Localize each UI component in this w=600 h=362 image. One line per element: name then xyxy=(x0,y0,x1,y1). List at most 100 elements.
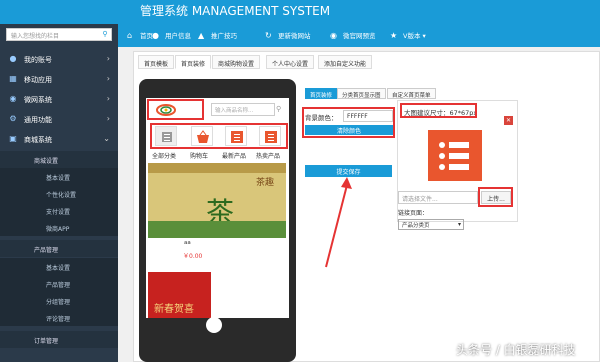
product-image-text: 新春贺喜 xyxy=(154,304,194,315)
search-icon[interactable]: ⚲ xyxy=(276,105,281,113)
nav-label: V版本 xyxy=(403,32,421,40)
app-title: 管理系统 MANAGEMENT SYSTEM xyxy=(140,4,331,18)
nav-user-info[interactable]: ● 用户信息 xyxy=(152,26,191,44)
size-hint-highlight-box xyxy=(400,103,477,118)
sidebar-item-label: 商城系统 xyxy=(24,136,52,144)
sidebar-sub-label: 基本设置 xyxy=(46,265,71,272)
bg-color-highlight-box xyxy=(302,107,395,138)
gear-icon: ⚙ xyxy=(9,114,17,123)
nav-label: 用户信息 xyxy=(165,32,191,40)
sidebar-sub-label: 评论管理 xyxy=(46,316,71,323)
sidebar-item-label: 通用功能 xyxy=(24,116,52,124)
version-icon: ★ xyxy=(390,31,398,40)
nav-label: 推广技巧 xyxy=(211,32,237,40)
sidebar-sub-payment[interactable]: 支付设置 xyxy=(0,202,118,219)
subtab-home-decoration[interactable]: 首页装修 xyxy=(305,88,338,99)
sidebar-search-placeholder: 输入您想找的栏目 xyxy=(11,33,60,40)
nav-preview[interactable]: ◉ 微官网预览 xyxy=(330,26,376,44)
logo-highlight-box xyxy=(147,99,204,120)
product-price: ￥0.00 xyxy=(183,253,203,260)
nav-label: 微官网预览 xyxy=(343,32,376,40)
watermark: 头条号 / 白银磊研科技 xyxy=(456,343,576,357)
nav-promotion[interactable]: ▲ 推广技巧 xyxy=(198,26,237,44)
tab-label: 个人中心设置 xyxy=(272,61,309,68)
sidebar-sub-label: 基本设置 xyxy=(46,175,71,182)
product-name: aa xyxy=(184,240,191,246)
tab-label: 首页模板 xyxy=(144,61,169,68)
chevron-down-icon: ⌄ xyxy=(103,134,110,143)
sidebar-sub-basic-settings[interactable]: 基本设置 xyxy=(0,168,118,185)
banner-label: 茶趣 xyxy=(256,178,275,188)
sidebar-sub-label: 产品管理 xyxy=(46,282,71,289)
icon-preview xyxy=(428,130,482,181)
file-path-input[interactable]: 请选择文件... xyxy=(398,191,478,204)
phone-home-button xyxy=(206,317,222,333)
user-icon: ● xyxy=(152,31,159,40)
tab-personal-center[interactable]: 个人中心设置 xyxy=(266,55,315,69)
sidebar-sub-label: 微商APP xyxy=(46,226,70,233)
sidebar-item-microsite[interactable]: ◉ 微网系统 › xyxy=(0,89,118,109)
sidebar-search-input[interactable]: 输入您想找的栏目 ⚲ xyxy=(6,28,112,41)
phone-search-placeholder: 输入商品名称... xyxy=(215,108,254,114)
nav-home[interactable]: ⌂ 首页 xyxy=(127,26,153,44)
sidebar-item-account[interactable]: ● 我的账号 › xyxy=(0,49,118,69)
phone-search-input[interactable]: 输入商品名称... xyxy=(211,103,275,116)
chevron-right-icon: › xyxy=(106,114,110,123)
sidebar-item-mall[interactable]: ▣ 商城系统 ⌄ xyxy=(0,129,118,149)
sidebar-sub-product-basic[interactable]: 基本设置 xyxy=(0,258,118,275)
nav-label: 更新微网站 xyxy=(278,32,311,40)
subtab-category-image[interactable]: 分类首页显示图 xyxy=(337,88,386,99)
close-icon[interactable]: ✕ xyxy=(504,116,513,125)
quick-link-label: 全部分类 xyxy=(152,153,177,160)
tab-home-decoration[interactable]: 首页装修 xyxy=(175,55,212,69)
sidebar: 输入您想找的栏目 ⚲ ● 我的账号 › ▦ 移动应用 › ◉ 微网系统 › ⚙ 通用功能 › ▣… xyxy=(0,0,118,362)
tab-custom-function[interactable]: 添加自定义功能 xyxy=(318,55,373,69)
quick-link-label: 购物车 xyxy=(190,153,209,160)
sidebar-item-common[interactable]: ⚙ 通用功能 › xyxy=(0,109,118,129)
sidebar-item-label: 移动应用 xyxy=(24,76,52,84)
home-icon: ⌂ xyxy=(127,31,133,40)
phone-banner[interactable]: 茶 茶趣 xyxy=(148,163,286,238)
link-page-select[interactable]: 产品分类页 ▾ xyxy=(398,219,464,230)
product-image[interactable]: 新春贺喜 xyxy=(148,272,211,318)
sidebar-sub-group-manage[interactable]: 分组管理 xyxy=(0,292,118,309)
refresh-icon: ↻ xyxy=(265,31,272,40)
sidebar-sub-app[interactable]: 微商APP xyxy=(0,219,118,236)
chevron-right-icon: › xyxy=(106,74,110,83)
search-icon[interactable]: ⚲ xyxy=(100,30,110,40)
sidebar-logo-area xyxy=(0,0,118,24)
chevron-right-icon: › xyxy=(106,54,110,63)
subtab-label: 自定义首页菜单 xyxy=(392,93,431,99)
sidebar-sub-label: 订单管理 xyxy=(34,338,59,345)
sidebar-item-label: 微网系统 xyxy=(24,96,52,104)
nav-update-site[interactable]: ↻ 更新微网站 xyxy=(265,26,311,44)
sidebar-item-label: 我的账号 xyxy=(24,56,52,64)
sidebar-sub-personalized[interactable]: 个性化设置 xyxy=(0,185,118,202)
quick-link-label: 热卖产品 xyxy=(256,153,281,160)
sidebar-sub-mall-settings[interactable]: 商城设置 xyxy=(0,151,118,168)
tab-label: 添加自定义功能 xyxy=(324,61,367,68)
banner-tea-field xyxy=(148,221,286,238)
sidebar-sub-product-manage[interactable]: 产品管理 xyxy=(0,275,118,292)
subtab-label: 首页装修 xyxy=(310,93,333,99)
tab-label: 首页装修 xyxy=(181,61,206,68)
sidebar-sub-label: 分组管理 xyxy=(46,299,71,306)
subtab-custom-menu[interactable]: 自定义首页菜单 xyxy=(387,88,436,99)
sidebar-sub-label: 产品管理 xyxy=(34,247,59,254)
tab-mall-shopping[interactable]: 商城购物设置 xyxy=(212,55,261,69)
pointer-arrow xyxy=(325,177,352,268)
sidebar-sub-orders[interactable]: 订单管理 xyxy=(0,331,118,348)
sidebar-item-mobile-apps[interactable]: ▦ 移动应用 › xyxy=(0,69,118,89)
sidebar-sub-comments[interactable]: 评论管理 xyxy=(0,309,118,326)
globe-icon: ◉ xyxy=(9,94,17,103)
bullhorn-icon: ▲ xyxy=(198,31,205,40)
chevron-down-icon: ▾ xyxy=(457,221,461,228)
sidebar-sub-products[interactable]: 产品管理 xyxy=(0,240,118,257)
user-icon: ● xyxy=(9,54,17,63)
sidebar-sub-label: 支付设置 xyxy=(46,209,71,216)
sidebar-sub-label: 商城设置 xyxy=(34,158,59,165)
tab-home-template[interactable]: 首页模板 xyxy=(138,55,175,69)
nav-version[interactable]: ★ V版本 ▾ xyxy=(390,26,426,44)
quick-link-label: 最新产品 xyxy=(222,153,247,160)
tab-label: 商城购物设置 xyxy=(218,61,255,68)
